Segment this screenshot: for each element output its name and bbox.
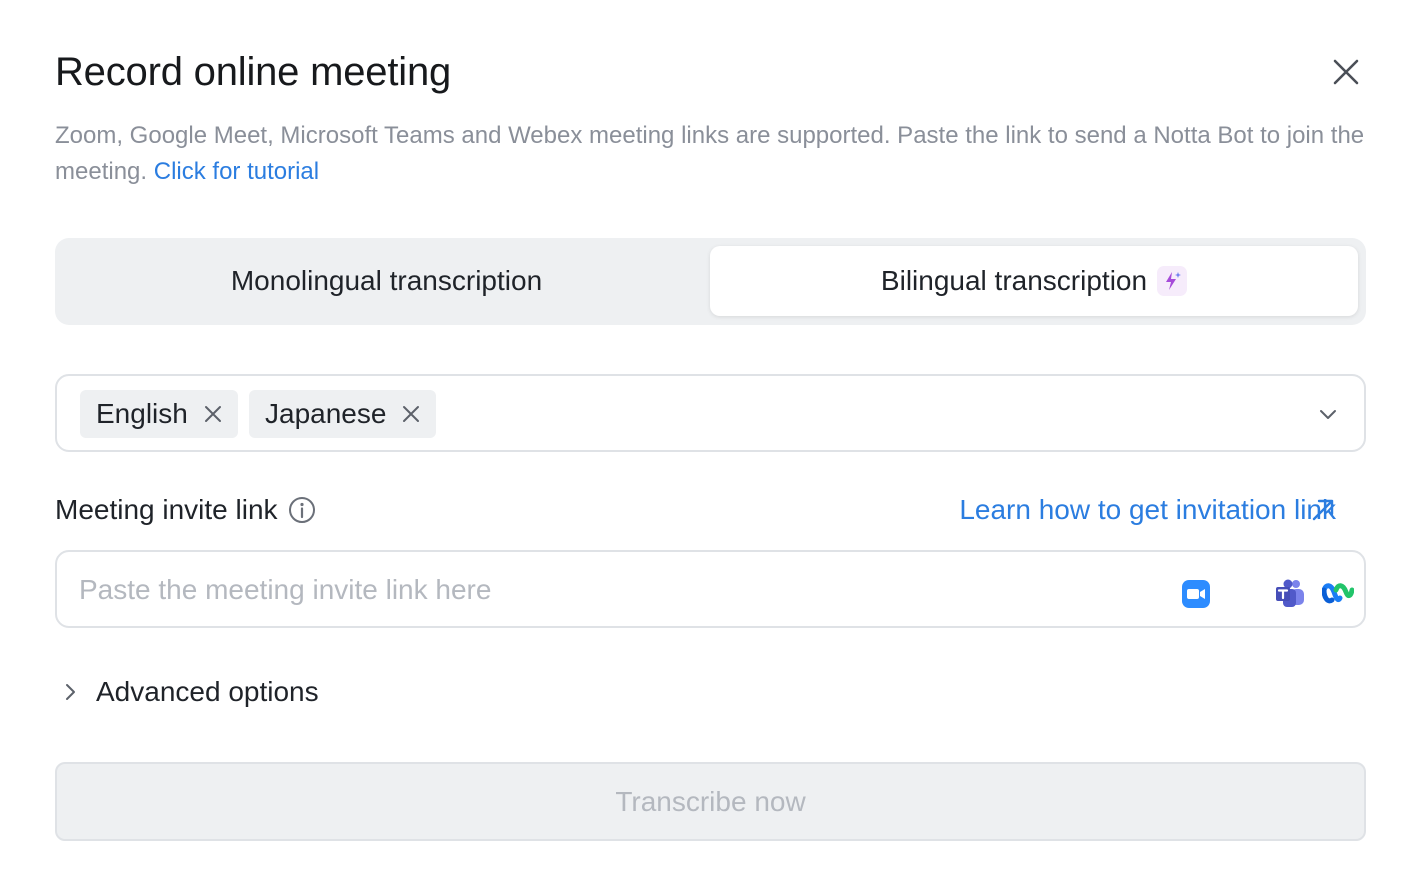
record-meeting-dialog: Record online meeting Zoom, Google Meet,…: [0, 0, 1422, 884]
language-chip-label: English: [96, 398, 188, 429]
invite-link-field: [55, 550, 1366, 628]
tab-bilingual-label: Bilingual transcription: [880, 265, 1148, 296]
info-icon[interactable]: [288, 496, 316, 524]
dialog-description: Zoom, Google Meet, Microsoft Teams and W…: [55, 118, 1375, 190]
chevron-down-icon[interactable]: [1316, 402, 1340, 426]
tutorial-link[interactable]: Click for tutorial: [154, 158, 319, 185]
advanced-options-label: Advanced options: [96, 676, 319, 707]
chevron-right-icon: [66, 684, 75, 700]
webex-icon: [1322, 583, 1354, 604]
remove-language-icon[interactable]: [202, 403, 224, 425]
invite-link-input[interactable]: [79, 562, 1159, 618]
tab-monolingual[interactable]: Monolingual transcription: [63, 246, 710, 316]
invite-link-label-text: Meeting invite link: [55, 494, 278, 525]
invite-link-label: Meeting invite link: [55, 494, 316, 526]
close-icon: [1333, 59, 1359, 85]
language-chip: English: [80, 390, 238, 438]
learn-invitation-link[interactable]: Learn how to get invitation link: [959, 494, 1336, 526]
language-chip: Japanese: [249, 390, 437, 438]
close-button[interactable]: [1326, 52, 1366, 92]
zoom-icon: [1182, 580, 1210, 608]
transcription-mode-switch: Monolingual transcription Bilingual tran…: [55, 238, 1366, 325]
tab-bilingual[interactable]: Bilingual transcription: [710, 246, 1358, 316]
ai-sparkle-icon: [1157, 266, 1188, 296]
remove-language-icon[interactable]: [400, 403, 422, 425]
tab-monolingual-label: Monolingual transcription: [230, 265, 543, 296]
transcribe-now-button[interactable]: Transcribe now: [55, 762, 1366, 841]
language-chip-label: Japanese: [265, 398, 387, 429]
language-select[interactable]: English Japanese: [55, 374, 1366, 452]
external-link-arrow-icon[interactable]: [1309, 496, 1337, 524]
dialog-title: Record online meeting: [55, 50, 452, 94]
teams-icon: [1276, 579, 1304, 607]
advanced-options-toggle[interactable]: Advanced options: [58, 676, 319, 708]
